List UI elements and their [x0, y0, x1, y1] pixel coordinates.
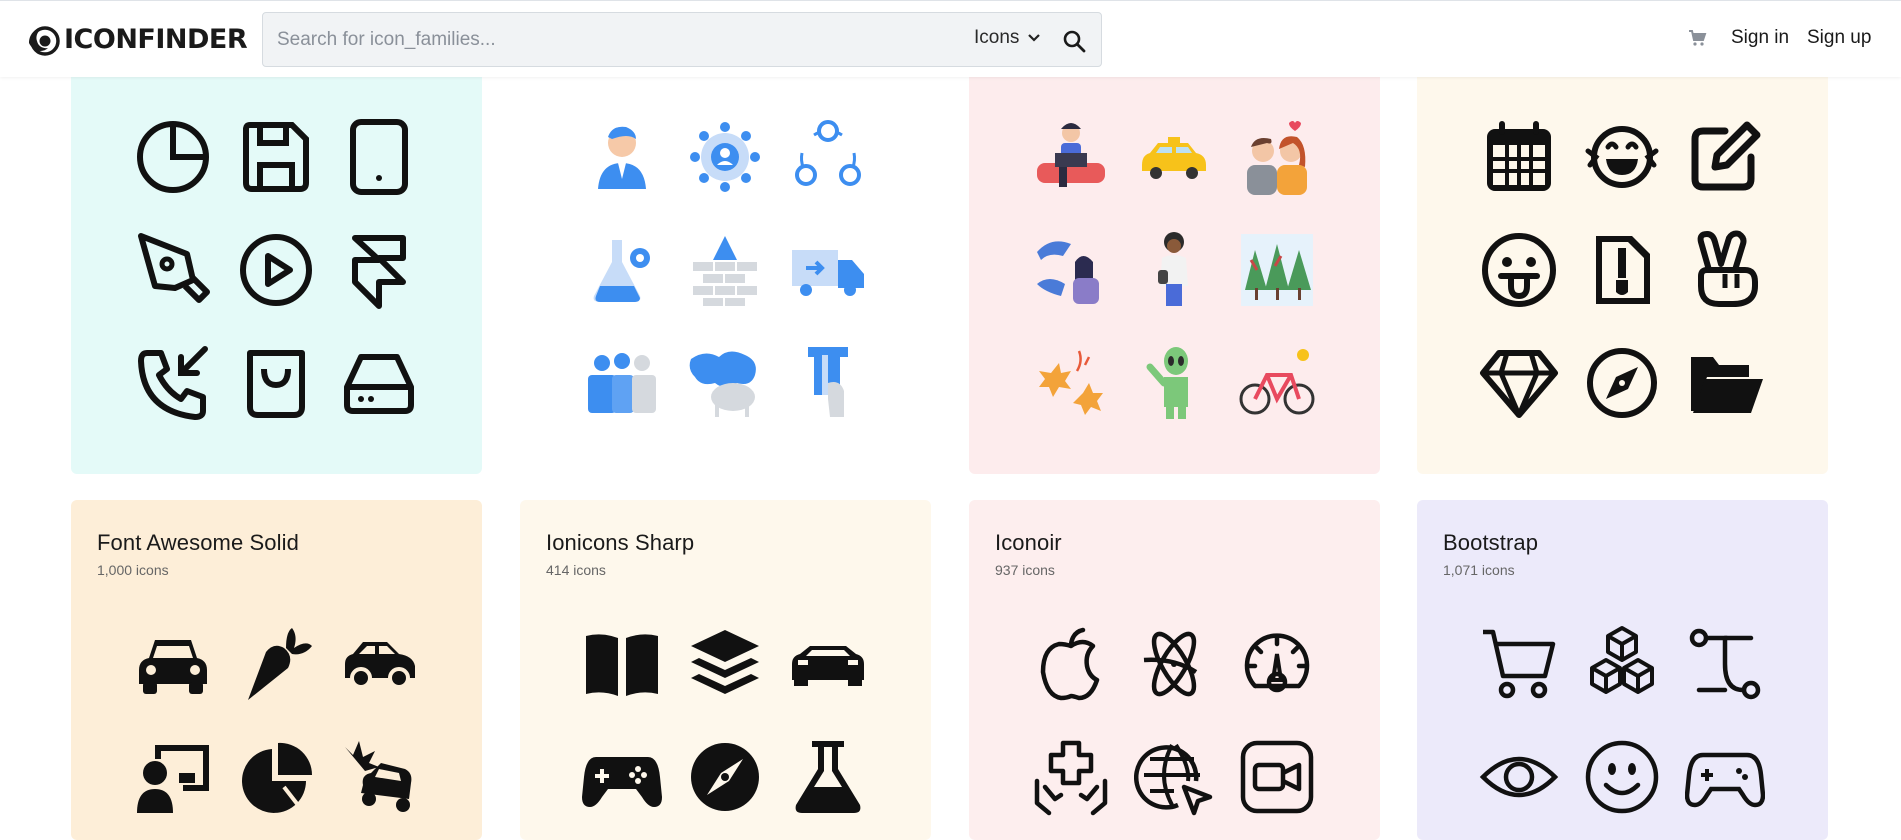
delivery-truck-icon[interactable]: [788, 230, 868, 310]
sign-in-link[interactable]: Sign in: [1731, 27, 1789, 49]
car-sport-icon[interactable]: [788, 624, 868, 704]
person-laptop-couch-icon[interactable]: [1031, 117, 1111, 197]
family-title[interactable]: Iconoir: [995, 530, 1062, 556]
winter-trees-icon[interactable]: [1237, 230, 1317, 310]
icon-grid: [570, 624, 880, 817]
family-card[interactable]: Font Awesome Solid 1,000 icons: [71, 500, 482, 840]
family-card[interactable]: Ionicons Sharp 414 icons: [520, 500, 931, 840]
woman-standing-icon[interactable]: [1134, 230, 1214, 310]
lab-flask-gear-icon[interactable]: [582, 230, 662, 310]
family-card[interactable]: Iconoir 937 icons: [969, 500, 1380, 840]
family-card[interactable]: [969, 40, 1380, 474]
atom-icon[interactable]: [1134, 624, 1214, 704]
peace-hand-icon[interactable]: [1685, 230, 1765, 310]
icon-grid: [570, 117, 880, 423]
compass-solid-icon[interactable]: [685, 737, 765, 817]
family-title[interactable]: Bootstrap: [1443, 530, 1538, 556]
floppy-disk-icon[interactable]: [236, 117, 316, 197]
dashboard-speed-icon[interactable]: [1237, 624, 1317, 704]
framer-icon[interactable]: [339, 230, 419, 310]
family-card[interactable]: [520, 40, 931, 474]
shopping-bag-icon[interactable]: [236, 343, 316, 423]
cart-button[interactable]: [1687, 28, 1707, 53]
edit-icon[interactable]: [1685, 117, 1765, 197]
eye-icon[interactable]: [1479, 737, 1559, 817]
carrot-icon[interactable]: [236, 624, 316, 704]
layers-icon[interactable]: [685, 624, 765, 704]
family-card[interactable]: [71, 40, 482, 474]
flask-icon[interactable]: [788, 737, 868, 817]
sign-up-link[interactable]: Sign up: [1807, 27, 1871, 49]
car-side-icon[interactable]: [339, 624, 419, 704]
alien-icon[interactable]: [1134, 343, 1214, 423]
team-puzzle-icon[interactable]: [582, 343, 662, 423]
video-camera-icon[interactable]: [1237, 737, 1317, 817]
diamond-icon[interactable]: [1479, 343, 1559, 423]
family-title[interactable]: Ionicons Sharp: [546, 530, 694, 556]
car-burst-icon[interactable]: [339, 737, 419, 817]
icon-grid: [1019, 624, 1329, 817]
family-card[interactable]: [1417, 40, 1828, 474]
hands-health-icon[interactable]: [1031, 737, 1111, 817]
family-card[interactable]: Bootstrap 1,071 icons: [1417, 500, 1828, 840]
car-front-icon[interactable]: [133, 624, 213, 704]
game-controller-icon[interactable]: [581, 737, 662, 817]
autumn-leaves-icon[interactable]: [1031, 343, 1111, 423]
chart-pie-icon[interactable]: [236, 737, 316, 817]
couple-love-icon[interactable]: [1237, 117, 1317, 197]
icon-grid: [1467, 624, 1777, 817]
logo-text: ICONFINDER: [64, 23, 248, 55]
chevron-down-icon: [1028, 34, 1041, 42]
laughing-face-icon[interactable]: [1582, 117, 1662, 197]
family-icon-count: 1,000 icons: [97, 562, 169, 578]
icon-grid: [121, 624, 431, 817]
credit-card-hand-icon[interactable]: [788, 343, 868, 423]
taxi-icon[interactable]: [1134, 117, 1214, 197]
user-cycle-icon[interactable]: [788, 117, 868, 197]
world-map-person-icon[interactable]: [685, 343, 765, 423]
top-header: ICONFINDER Icons Sign in Sign up: [0, 0, 1901, 77]
play-circle-icon[interactable]: [236, 230, 316, 310]
search-button[interactable]: [1058, 25, 1090, 57]
tablet-icon[interactable]: [339, 117, 419, 197]
family-icon-count: 414 icons: [546, 562, 606, 578]
folder-open-icon[interactable]: [1685, 343, 1765, 423]
family-icon-count: 1,071 icons: [1443, 562, 1515, 578]
phone-incoming-icon[interactable]: [133, 343, 213, 423]
cart-icon: [1689, 30, 1707, 46]
icon-grid: [121, 117, 431, 423]
cart-icon[interactable]: [1479, 624, 1559, 704]
brick-wall-icon[interactable]: [685, 230, 765, 310]
search-icon: [1063, 30, 1086, 53]
eye-logo-icon: [29, 26, 60, 56]
chalkboard-user-icon[interactable]: [133, 737, 213, 817]
dolphins-girl-icon[interactable]: [1031, 230, 1111, 310]
family-title[interactable]: Font Awesome Solid: [97, 530, 299, 556]
globe-cursor-icon[interactable]: [1133, 737, 1214, 817]
icon-grid: [1467, 117, 1777, 423]
compass-icon[interactable]: [1582, 343, 1662, 423]
pie-chart-icon[interactable]: [133, 117, 213, 197]
logo[interactable]: ICONFINDER: [25, 21, 248, 57]
businessman-icon[interactable]: [582, 117, 662, 197]
book-icon[interactable]: [582, 624, 662, 704]
icon-grid: [1019, 117, 1329, 423]
family-icon-count: 937 icons: [995, 562, 1055, 578]
calendar-icon[interactable]: [1479, 117, 1559, 197]
controller-icon[interactable]: [1685, 737, 1766, 817]
search-type-label: Icons: [974, 27, 1020, 48]
pen-nib-icon[interactable]: [133, 230, 213, 310]
search-bar: Icons: [262, 12, 1102, 67]
apple-icon[interactable]: [1031, 624, 1111, 704]
tongue-face-icon[interactable]: [1479, 230, 1559, 310]
bicycle-icon[interactable]: [1237, 343, 1317, 423]
emoji-smile-icon[interactable]: [1582, 737, 1662, 817]
network-user-icon[interactable]: [685, 117, 765, 197]
boxes-icon[interactable]: [1582, 624, 1662, 704]
search-type-select[interactable]: Icons: [974, 27, 1041, 49]
bezier-icon[interactable]: [1685, 624, 1765, 704]
search-input[interactable]: [277, 13, 977, 66]
hard-drive-icon[interactable]: [339, 343, 419, 423]
zip-file-icon[interactable]: [1582, 230, 1662, 310]
